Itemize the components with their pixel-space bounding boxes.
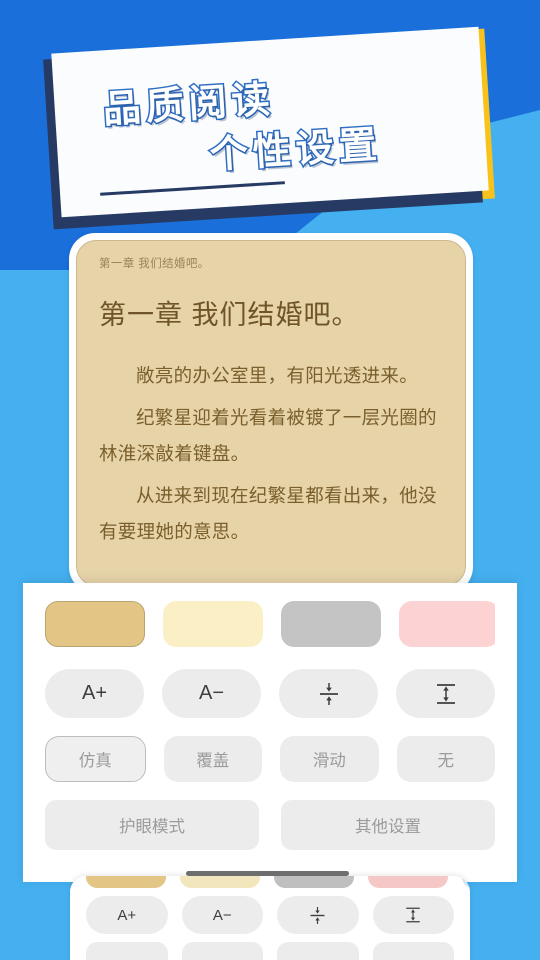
other-settings-button[interactable]: 其他设置 [281,800,495,850]
preview-page-animation-row [86,942,454,960]
preview-font-decrease-button[interactable]: A− [181,896,263,934]
preview-font-increase-button[interactable]: A+ [86,896,168,934]
page-animation-slide[interactable]: 滑动 [280,736,379,782]
reader-paragraph: 纪繁星迎着光看着被镀了一层光圈的林淮深敲着键盘。 [99,407,437,465]
app-screen: 品质阅读 个性设置 第一章 我们结婚吧。 第一章 我们结婚吧。 敞亮的办公室里，… [0,0,540,960]
line-spacing-decrease-button[interactable] [279,669,378,718]
page-animation-row: 仿真 覆盖 滑动 无 [45,736,495,782]
page-animation-simulate[interactable]: 仿真 [45,736,146,782]
font-decrease-icon: A− [198,682,225,704]
theme-swatch-pink[interactable] [399,601,495,647]
banner-underline-rule [100,181,285,196]
reader-page-card[interactable]: 第一章 我们结婚吧。 第一章 我们结婚吧。 敞亮的办公室里，有阳光透进来。 纪繁… [69,233,473,593]
theme-swatch-cream[interactable] [163,601,263,647]
preview-page-animation-cover[interactable] [181,942,263,960]
preview-page-animation-none[interactable] [372,942,454,960]
reader-page-content: 第一章 我们结婚吧。 第一章 我们结婚吧。 敞亮的办公室里，有阳光透进来。 纪繁… [76,240,466,586]
reader-paragraph: 从进来到现在纪繁星都看出来，他没有要理她的意思。 [99,485,437,543]
eye-protection-mode-button[interactable]: 护眼模式 [45,800,259,850]
settings-action-row: 护眼模式 其他设置 [45,800,495,850]
banner-headline-line-2: 个性设置 [207,121,384,179]
preview-line-spacing-increase-button[interactable] [372,896,454,934]
reader-settings-sheet: A+ A− 仿真 覆盖 滑动 无 护眼模式 其他设置 [23,583,517,882]
font-decrease-button[interactable]: A− [162,669,261,718]
font-control-row: A+ A− [45,669,495,718]
reader-paragraph: 敞亮的办公室里，有阳光透进来。 [136,365,419,386]
preview-line-spacing-decrease-button[interactable] [277,896,359,934]
banner-white-card: 品质阅读 个性设置 [51,26,489,218]
sheet-drag-handle[interactable] [186,871,349,876]
font-increase-icon: A+ [117,906,137,924]
font-decrease-icon: A− [212,906,232,924]
font-increase-button[interactable]: A+ [45,669,144,718]
reader-running-head: 第一章 我们结婚吧。 [99,258,210,270]
line-spacing-increase-icon [436,683,455,704]
preview-page-animation-simulate[interactable] [86,942,168,960]
preview-theme-swatch-tan[interactable] [86,876,166,888]
theme-swatch-gray[interactable] [281,601,381,647]
preview-theme-swatch-gray[interactable] [274,876,354,888]
promo-banner: 品质阅读 个性设置 [42,26,498,230]
reader-chapter-title: 第一章 我们结婚吧。 [99,300,360,330]
line-spacing-increase-icon [406,907,420,923]
page-animation-cover[interactable]: 覆盖 [163,736,262,782]
theme-swatch-row [45,601,495,647]
theme-swatch-tan[interactable] [45,601,145,647]
settings-sheet-preview: A+ A− [70,876,470,960]
line-spacing-decrease-icon [319,682,338,705]
preview-font-control-row: A+ A− [86,896,454,934]
preview-theme-swatch-cream[interactable] [180,876,260,888]
preview-theme-swatch-row [86,876,470,888]
line-spacing-increase-button[interactable] [396,669,495,718]
page-animation-none[interactable]: 无 [396,736,495,782]
preview-theme-swatch-pink[interactable] [368,876,448,888]
font-increase-icon: A+ [81,682,108,704]
preview-page-animation-slide[interactable] [277,942,359,960]
line-spacing-decrease-icon [310,906,325,924]
